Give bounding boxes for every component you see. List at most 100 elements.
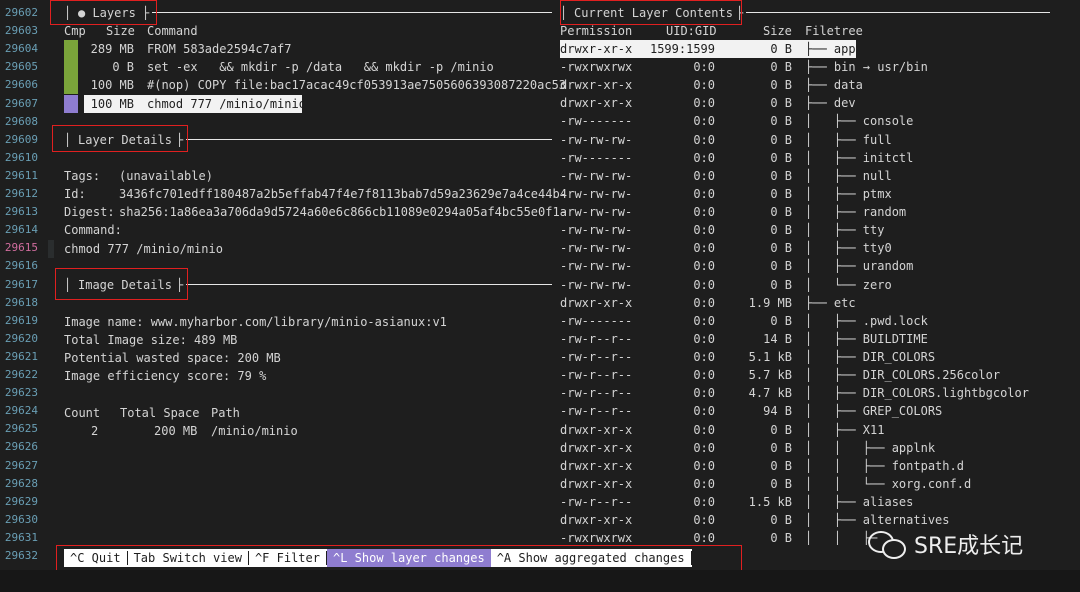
file-uid-gid: 0:0 bbox=[693, 350, 715, 365]
wasted-row-total: 200 MB bbox=[154, 424, 198, 438]
file-tree-entry: │ ├── aliases bbox=[805, 495, 914, 509]
file-permission: -rw-rw-rw- bbox=[560, 132, 633, 147]
efficiency-line: Image efficiency score: 79 % bbox=[64, 369, 267, 383]
file-permission: -rw-r--r-- bbox=[560, 331, 633, 346]
line-number: 29617 bbox=[4, 277, 38, 291]
layer-cmp-indicator bbox=[64, 40, 78, 58]
layer-command: FROM 583ade2594c7af7 bbox=[147, 42, 292, 56]
file-permission: drwxr-xr-x bbox=[560, 78, 633, 93]
wasted-col-path: Path bbox=[211, 406, 240, 420]
file-permission: drwxr-xr-x bbox=[560, 42, 633, 56]
digest-label: Digest: bbox=[64, 205, 115, 219]
file-uid-gid: 0:0 bbox=[693, 295, 715, 310]
command-value: chmod 777 /minio/minio bbox=[64, 242, 223, 256]
file-tree-entry: │ ├── console bbox=[805, 114, 914, 129]
file-permission: drwxr-xr-x bbox=[560, 295, 633, 310]
image-size-line: Total Image size: 489 MB bbox=[64, 333, 238, 347]
wechat-logo-icon bbox=[868, 529, 908, 559]
file-uid-gid: 0:0 bbox=[693, 223, 715, 238]
layers-col-cmp: Cmp bbox=[64, 24, 86, 38]
contents-col-permission: Permission bbox=[560, 24, 633, 38]
file-permission: -rw-r--r-- bbox=[560, 368, 633, 383]
line-number: 29620 bbox=[4, 331, 38, 345]
file-uid-gid: 0:0 bbox=[693, 386, 715, 401]
layer-details-header-rule bbox=[186, 139, 552, 140]
id-value: 3436fc701edff180487a2b5effab47f4e7f8113b… bbox=[119, 187, 567, 201]
file-permission: -rw-rw-rw- bbox=[560, 277, 633, 292]
wasted-col-total: Total Space bbox=[120, 406, 200, 420]
file-permission: drwxr-xr-x bbox=[560, 422, 633, 437]
file-permission: -rw-r--r-- bbox=[560, 404, 633, 419]
layer-command: set -ex && mkdir -p /data && mkdir -p /m… bbox=[147, 60, 494, 75]
file-tree-entry: │ ├── GREP_COLORS bbox=[805, 404, 943, 419]
line-number: 29608 bbox=[4, 114, 38, 128]
wasted-col-count: Count bbox=[64, 406, 101, 420]
file-uid-gid: 0:0 bbox=[693, 78, 715, 93]
file-permission: -rw-rw-rw- bbox=[560, 186, 633, 201]
file-tree-entry: │ │ ├─ bbox=[805, 531, 878, 546]
watermark-text: SRE成长记 bbox=[914, 534, 1024, 559]
contents-col-uidgid: UID:GID bbox=[666, 24, 717, 38]
wasted-row-path: /minio/minio bbox=[211, 424, 298, 438]
image-name-line: Image name: www.myharbor.com/library/min… bbox=[64, 315, 447, 329]
file-uid-gid: 0:0 bbox=[693, 114, 715, 129]
file-tree-entry: ├── app bbox=[805, 42, 856, 56]
file-uid-gid: 0:0 bbox=[693, 60, 715, 75]
file-permission: -rw-r--r-- bbox=[560, 495, 633, 509]
layer-size: 100 MB bbox=[90, 96, 134, 111]
file-size: 0 B bbox=[770, 513, 792, 528]
contents-header-rule bbox=[746, 12, 1050, 13]
line-number-gutter: 29602 29603 29604 29605 29606 29607 29608 29609… bbox=[0, 0, 48, 592]
layer-cmp-indicator bbox=[64, 58, 78, 77]
line-number: 29625 bbox=[4, 422, 38, 436]
layer-cmp-indicator bbox=[64, 76, 78, 95]
line-number: 29627 bbox=[4, 458, 38, 472]
file-permission: drwxr-xr-x bbox=[560, 458, 633, 473]
file-size: 94 B bbox=[763, 404, 792, 419]
file-uid-gid: 0:0 bbox=[693, 132, 715, 147]
file-uid-gid: 0:0 bbox=[693, 476, 715, 491]
file-permission: -rw------- bbox=[560, 150, 633, 165]
file-size: 0 B bbox=[770, 422, 792, 437]
file-tree-entry: │ ├── ptmx bbox=[805, 186, 892, 201]
file-size: 0 B bbox=[770, 277, 792, 292]
file-size: 1.5 kB bbox=[748, 495, 792, 509]
file-permission: drwxr-xr-x bbox=[560, 513, 633, 528]
file-tree-entry: ├── data bbox=[805, 78, 863, 93]
file-permission: -rw-rw-rw- bbox=[560, 241, 633, 256]
id-label: Id: bbox=[64, 187, 86, 201]
file-tree-entry: │ └── zero bbox=[805, 277, 892, 292]
line-number: 29606 bbox=[4, 78, 38, 92]
file-size: 0 B bbox=[770, 114, 792, 129]
file-permission: drwxr-xr-x bbox=[560, 476, 633, 491]
line-number: 29615 bbox=[4, 241, 38, 255]
file-size: 14 B bbox=[763, 331, 792, 346]
line-number: 29616 bbox=[4, 259, 38, 273]
file-uid-gid: 0:0 bbox=[693, 150, 715, 165]
command-label: Command: bbox=[64, 223, 122, 237]
file-permission: drwxr-xr-x bbox=[560, 96, 633, 111]
line-number: 29603 bbox=[4, 24, 38, 38]
file-uid-gid: 0:0 bbox=[693, 241, 715, 256]
wasted-row-count: 2 bbox=[91, 424, 99, 438]
annotation-box-layer-details bbox=[52, 125, 188, 152]
file-tree-entry: │ ├── .pwd.lock bbox=[805, 313, 928, 328]
wasted-space-line: Potential wasted space: 200 MB bbox=[64, 351, 281, 365]
file-tree-entry: │ ├── urandom bbox=[805, 259, 914, 274]
line-number: 29626 bbox=[4, 440, 38, 454]
line-number: 29605 bbox=[4, 60, 38, 74]
line-number: 29623 bbox=[4, 386, 38, 400]
layer-cmp-indicator bbox=[64, 94, 78, 113]
layers-header-rule bbox=[152, 12, 552, 13]
file-permission: -rwxrwxrwx bbox=[560, 60, 633, 75]
line-number: 29621 bbox=[4, 349, 38, 363]
line-number: 29622 bbox=[4, 368, 38, 381]
file-uid-gid: 0:0 bbox=[693, 404, 715, 419]
file-tree-entry: ├── dev bbox=[805, 96, 856, 111]
tags-value: (unavailable) bbox=[119, 169, 213, 183]
file-tree-entry: │ ├── BUILDTIME bbox=[805, 331, 928, 346]
digest-value: sha256:1a86ea3a706da9d5724a60e6c866cb110… bbox=[119, 205, 567, 219]
file-uid-gid: 0:0 bbox=[693, 186, 715, 201]
file-tree-entry: │ ├── DIR_COLORS.256color bbox=[805, 368, 1001, 383]
file-uid-gid: 0:0 bbox=[693, 259, 715, 274]
